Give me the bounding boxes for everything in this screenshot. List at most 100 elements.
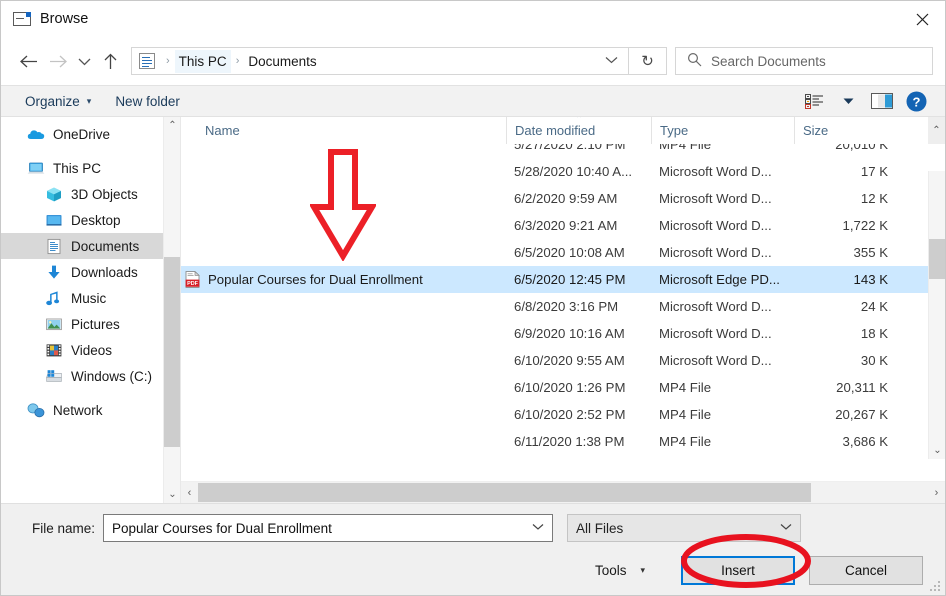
table-row[interactable]: 5/28/2020 10:40 A... Microsoft Word D... 1…	[181, 158, 928, 185]
sidebar-item-downloads[interactable]: Downloads	[1, 259, 180, 285]
table-row[interactable]: 5/27/2020 2:10 PM MP4 File 20,010 K	[181, 144, 928, 158]
navigation-bar: › This PC › Documents ↻ Search Documents	[1, 37, 945, 85]
column-header-type[interactable]: Type	[651, 117, 794, 144]
file-type-filter-select[interactable]: All Files	[567, 514, 801, 542]
navigation-sidebar: OneDrive This PC 3D Objects Desktop Document…	[1, 117, 181, 503]
chevron-down-icon[interactable]	[595, 55, 628, 67]
close-icon[interactable]	[899, 1, 945, 37]
browse-dialog-window: Browse › This PC › Documents ↻ Search Do…	[0, 0, 946, 596]
table-row[interactable]: 6/9/2020 10:16 AM Microsoft Word D... 18 K	[181, 320, 928, 347]
file-list-area: Name ⌃ Date modified Type Size ⌃ 5/27/20…	[181, 117, 945, 503]
date-modified-cell: 5/28/2020 10:40 A...	[514, 164, 633, 179]
sidebar-item-label: OneDrive	[53, 126, 111, 142]
documents-folder-icon	[139, 53, 155, 69]
file-name-input[interactable]: Popular Courses for Dual Enrollment	[103, 514, 553, 542]
table-row[interactable]: 6/10/2020 1:26 PM MP4 File 20,311 K	[181, 374, 928, 401]
sidebar-item-desktop[interactable]: Desktop	[1, 207, 180, 233]
sidebar-scroll-up-icon[interactable]: ⌃	[164, 117, 180, 134]
sidebar-item-label: Windows (C:)	[71, 368, 153, 384]
sidebar-scroll-down-icon[interactable]: ⌄	[164, 486, 180, 503]
address-bar[interactable]: › This PC › Documents	[131, 47, 629, 75]
column-header-size[interactable]: Size	[794, 117, 928, 144]
table-row[interactable]: 6/3/2020 9:21 AM Microsoft Word D... 1,722…	[181, 212, 928, 239]
arrow-up-icon[interactable]	[95, 46, 125, 76]
dialog-window-icon	[13, 12, 31, 26]
column-header-name[interactable]: Name	[181, 117, 506, 144]
table-row[interactable]: 6/2/2020 9:59 AM Microsoft Word D... 12 K	[181, 185, 928, 212]
sidebar-item-documents[interactable]: Documents	[1, 233, 180, 259]
preview-pane-icon[interactable]	[865, 86, 899, 116]
file-list-horizontal-scrollbar[interactable]: ‹ ›	[181, 481, 945, 503]
new-folder-button[interactable]: New folder	[103, 86, 192, 116]
size-cell: 20,311 K	[836, 380, 888, 395]
size-cell: 3,686 K	[842, 434, 888, 449]
help-icon[interactable]: ?	[899, 86, 933, 116]
file-name-value: Popular Courses for Dual Enrollment	[112, 520, 332, 536]
window-title: Browse	[40, 11, 89, 27]
date-modified-cell: 6/10/2020 2:52 PM	[514, 407, 626, 422]
breadcrumb-separator-2: ›	[235, 55, 240, 67]
table-row[interactable]: 6/11/2020 1:38 PM MP4 File 3,686 K	[181, 428, 928, 455]
size-cell: 20,267 K	[835, 407, 888, 422]
resize-grip-icon[interactable]	[929, 580, 941, 592]
file-list-scroll-thumb[interactable]	[929, 239, 945, 279]
table-row[interactable]: PDF Popular Courses for Dual Enrollment 6/…	[181, 266, 928, 293]
list-scroll-up-icon[interactable]: ⌃	[928, 117, 945, 144]
hscroll-track[interactable]	[198, 482, 928, 503]
search-placeholder: Search Documents	[711, 53, 826, 69]
breadcrumb-documents[interactable]: Documents	[244, 50, 320, 73]
sidebar-item-this-pc[interactable]: This PC	[1, 155, 180, 181]
svg-text:?: ?	[912, 94, 920, 109]
date-modified-cell: 6/5/2020 12:45 PM	[514, 272, 626, 287]
cancel-button[interactable]: Cancel	[809, 556, 923, 585]
arrow-left-icon[interactable]	[13, 46, 43, 76]
sidebar-item-network[interactable]: Network	[1, 397, 180, 423]
size-cell: 18 K	[860, 326, 888, 341]
breadcrumb-this-pc[interactable]: This PC	[174, 49, 231, 73]
this-pc-icon	[27, 160, 45, 177]
column-header-date-modified[interactable]: ⌃ Date modified	[506, 117, 651, 144]
desktop-icon	[45, 212, 63, 229]
view-list-icon[interactable]	[797, 86, 831, 116]
search-input[interactable]: Search Documents	[675, 47, 933, 75]
organize-button[interactable]: Organize ▾	[13, 86, 103, 116]
footer-button-row: Tools ▾ Insert Cancel	[17, 556, 929, 585]
onedrive-cloud-icon	[27, 126, 45, 143]
file-name-cell: PDF Popular Courses for Dual Enrollment	[181, 271, 506, 288]
type-cell: Microsoft Word D...	[659, 326, 772, 341]
file-list-vertical-scrollbar[interactable]: ⌄	[928, 171, 945, 459]
refresh-icon[interactable]: ↻	[629, 47, 667, 75]
table-row[interactable]: 6/10/2020 2:52 PM MP4 File 20,267 K	[181, 401, 928, 428]
sidebar-item-label: Network	[53, 402, 103, 418]
sidebar-item-label: This PC	[53, 160, 102, 176]
chevron-down-icon[interactable]	[73, 46, 95, 76]
sidebar-item-videos[interactable]: Videos	[1, 337, 180, 363]
view-options-caret[interactable]	[831, 86, 865, 116]
table-row[interactable]: 6/10/2020 9:55 AM Microsoft Word D... 30 K	[181, 347, 928, 374]
table-row[interactable]: 6/8/2020 3:16 PM Microsoft Word D... 24 K	[181, 293, 928, 320]
chevron-down-icon[interactable]	[526, 522, 544, 534]
sidebar-item-3d-objects[interactable]: 3D Objects	[1, 181, 180, 207]
sidebar-scroll-thumb[interactable]	[164, 257, 180, 447]
hscroll-thumb[interactable]	[198, 483, 812, 502]
sidebar-scrollbar[interactable]: ⌃ ⌄	[163, 117, 180, 503]
dialog-footer: File name: Popular Courses for Dual Enro…	[1, 503, 945, 595]
sidebar-item-music[interactable]: Music	[1, 285, 180, 311]
insert-button[interactable]: Insert	[681, 556, 795, 585]
hscroll-left-icon[interactable]: ‹	[181, 482, 198, 504]
table-row[interactable]: 6/5/2020 10:08 AM Microsoft Word D... 355 …	[181, 239, 928, 266]
sidebar-item-pictures[interactable]: Pictures	[1, 311, 180, 337]
chevron-down-icon[interactable]	[774, 522, 792, 534]
file-name-row: File name: Popular Courses for Dual Enro…	[17, 514, 929, 542]
sidebar-item-windows-c[interactable]: Windows (C:)	[1, 363, 180, 389]
type-cell: MP4 File	[659, 144, 712, 152]
sidebar-item-label: 3D Objects	[71, 186, 138, 202]
date-modified-cell: 6/5/2020 10:08 AM	[514, 245, 625, 260]
hscroll-right-icon[interactable]: ›	[928, 482, 945, 504]
tools-button[interactable]: Tools ▾	[595, 563, 645, 578]
sidebar-item-label: Documents	[71, 238, 140, 254]
sidebar-item-onedrive[interactable]: OneDrive	[1, 121, 180, 147]
size-cell: 143 K	[853, 272, 888, 287]
list-scroll-down-icon[interactable]: ⌄	[929, 442, 945, 459]
